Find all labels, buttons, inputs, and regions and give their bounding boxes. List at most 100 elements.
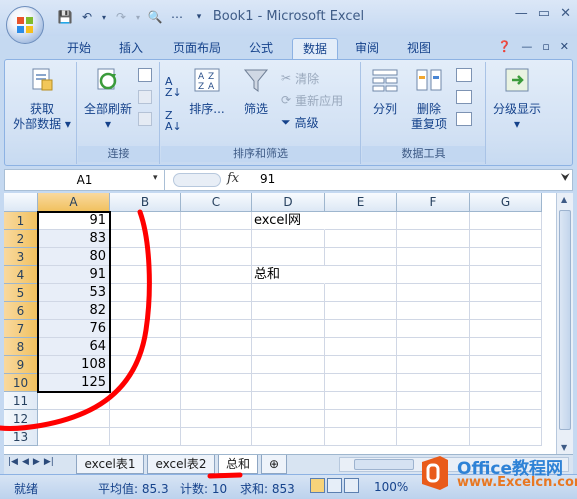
cell-f5[interactable] — [397, 284, 470, 302]
edit-links-icon[interactable] — [138, 112, 152, 126]
cell-c9[interactable] — [181, 356, 252, 374]
column-header-e[interactable]: E — [325, 193, 397, 212]
cell-b13[interactable] — [110, 428, 181, 446]
cell-a1[interactable]: 91 — [38, 212, 110, 230]
cell-c7[interactable] — [181, 320, 252, 338]
cell-a4[interactable]: 91 — [38, 266, 110, 284]
cell-b7[interactable] — [110, 320, 181, 338]
cell-c2[interactable] — [181, 230, 252, 248]
cell-e7[interactable] — [325, 320, 397, 338]
cell-a12[interactable] — [38, 410, 110, 428]
cell-f12[interactable] — [397, 410, 470, 428]
cell-c5[interactable] — [181, 284, 252, 302]
cell-d5[interactable] — [252, 284, 325, 302]
cell-a9[interactable]: 108 — [38, 356, 110, 374]
cell-b12[interactable] — [110, 410, 181, 428]
what-if-icon[interactable] — [456, 112, 472, 126]
cell-e3[interactable] — [325, 248, 397, 266]
cell-a13[interactable] — [38, 428, 110, 446]
cell-e8[interactable] — [325, 338, 397, 356]
cell-g9[interactable] — [470, 356, 542, 374]
cell-g2[interactable] — [470, 230, 542, 248]
cell-a11[interactable] — [38, 392, 110, 410]
cell-d10[interactable] — [252, 374, 325, 392]
cell-g6[interactable] — [470, 302, 542, 320]
row-header-11[interactable]: 11 — [4, 392, 38, 410]
cell-f6[interactable] — [397, 302, 470, 320]
cell-c8[interactable] — [181, 338, 252, 356]
last-sheet-icon[interactable]: ▶| — [44, 457, 54, 467]
cell-e13[interactable] — [325, 428, 397, 446]
cell-a7[interactable]: 76 — [38, 320, 110, 338]
cell-d7[interactable] — [252, 320, 325, 338]
filter-button[interactable]: 筛选 — [237, 66, 275, 117]
cell-e1[interactable] — [325, 212, 397, 230]
cell-a3[interactable]: 80 — [38, 248, 110, 266]
cell-c3[interactable] — [181, 248, 252, 266]
cell-d13[interactable] — [252, 428, 325, 446]
sheet-tab-sum[interactable]: 总和 — [218, 455, 258, 474]
cell-d3[interactable] — [252, 248, 325, 266]
cell-b1[interactable] — [110, 212, 181, 230]
cell-f11[interactable] — [397, 392, 470, 410]
name-box-dropdown-icon[interactable]: ▾ — [153, 173, 158, 183]
remove-duplicates-button[interactable]: 删除 重复项 — [406, 66, 452, 132]
cell-d6[interactable] — [252, 302, 325, 320]
sheet-tab-excel2[interactable]: excel表2 — [147, 455, 215, 474]
clear-button[interactable]: ✂ 清除 — [281, 68, 319, 88]
column-header-d[interactable]: D — [252, 193, 325, 212]
cell-b5[interactable] — [110, 284, 181, 302]
tab-review[interactable]: 审阅 — [346, 38, 388, 60]
tab-page-layout[interactable]: 页面布局 — [164, 38, 230, 60]
cell-c11[interactable] — [181, 392, 252, 410]
cell-g1[interactable] — [470, 212, 542, 230]
cell-b3[interactable] — [110, 248, 181, 266]
page-break-view-icon[interactable] — [344, 478, 359, 493]
cell-d2[interactable] — [252, 230, 325, 248]
horizontal-scroll-thumb[interactable] — [354, 459, 414, 470]
cell-d12[interactable] — [252, 410, 325, 428]
consolidate-icon[interactable] — [456, 90, 472, 104]
prev-sheet-icon[interactable]: ◀ — [22, 457, 29, 467]
row-header-2[interactable]: 2 — [4, 230, 38, 248]
cell-f9[interactable] — [397, 356, 470, 374]
reapply-button[interactable]: ⟳ 重新应用 — [281, 90, 343, 110]
outline-button[interactable]: 分级显示 ▾ — [489, 66, 545, 132]
cell-g11[interactable] — [470, 392, 542, 410]
vertical-scrollbar[interactable]: ▲ ▼ — [556, 193, 573, 454]
cell-e9[interactable] — [325, 356, 397, 374]
cell-a8[interactable]: 64 — [38, 338, 110, 356]
first-sheet-icon[interactable]: |◀ — [8, 457, 18, 467]
cell-f2[interactable] — [397, 230, 470, 248]
close-icon[interactable]: ✕ — [560, 6, 571, 21]
row-header-9[interactable]: 9 — [4, 356, 38, 374]
cell-g7[interactable] — [470, 320, 542, 338]
cell-c12[interactable] — [181, 410, 252, 428]
sort-asc-button[interactable]: A Z↓ — [165, 76, 182, 98]
vertical-scroll-thumb[interactable] — [559, 210, 571, 430]
cell-b2[interactable] — [110, 230, 181, 248]
cell-f7[interactable] — [397, 320, 470, 338]
row-header-3[interactable]: 3 — [4, 248, 38, 266]
scroll-up-icon[interactable]: ▲ — [561, 195, 567, 204]
advanced-button[interactable]: ⏷ 高级 — [281, 112, 319, 132]
cell-d8[interactable] — [252, 338, 325, 356]
cell-d4[interactable]: 总和 — [252, 266, 325, 284]
cell-b6[interactable] — [110, 302, 181, 320]
cell-g5[interactable] — [470, 284, 542, 302]
cell-e5[interactable] — [325, 284, 397, 302]
expand-formula-bar-icon[interactable]: ⮟ — [561, 171, 570, 185]
normal-view-icon[interactable] — [310, 478, 325, 493]
row-header-10[interactable]: 10 — [4, 374, 38, 392]
office-button[interactable] — [6, 6, 44, 44]
sheet-tab-excel1[interactable]: excel表1 — [76, 455, 144, 474]
sort-button[interactable]: A Z Z A 排序... — [185, 66, 229, 117]
cell-e6[interactable] — [325, 302, 397, 320]
cell-d9[interactable] — [252, 356, 325, 374]
row-header-5[interactable]: 5 — [4, 284, 38, 302]
cell-g12[interactable] — [470, 410, 542, 428]
cell-a6[interactable]: 82 — [38, 302, 110, 320]
doc-minimize-icon[interactable]: — — [521, 40, 532, 53]
next-sheet-icon[interactable]: ▶ — [33, 457, 40, 467]
cell-g4[interactable] — [470, 266, 542, 284]
